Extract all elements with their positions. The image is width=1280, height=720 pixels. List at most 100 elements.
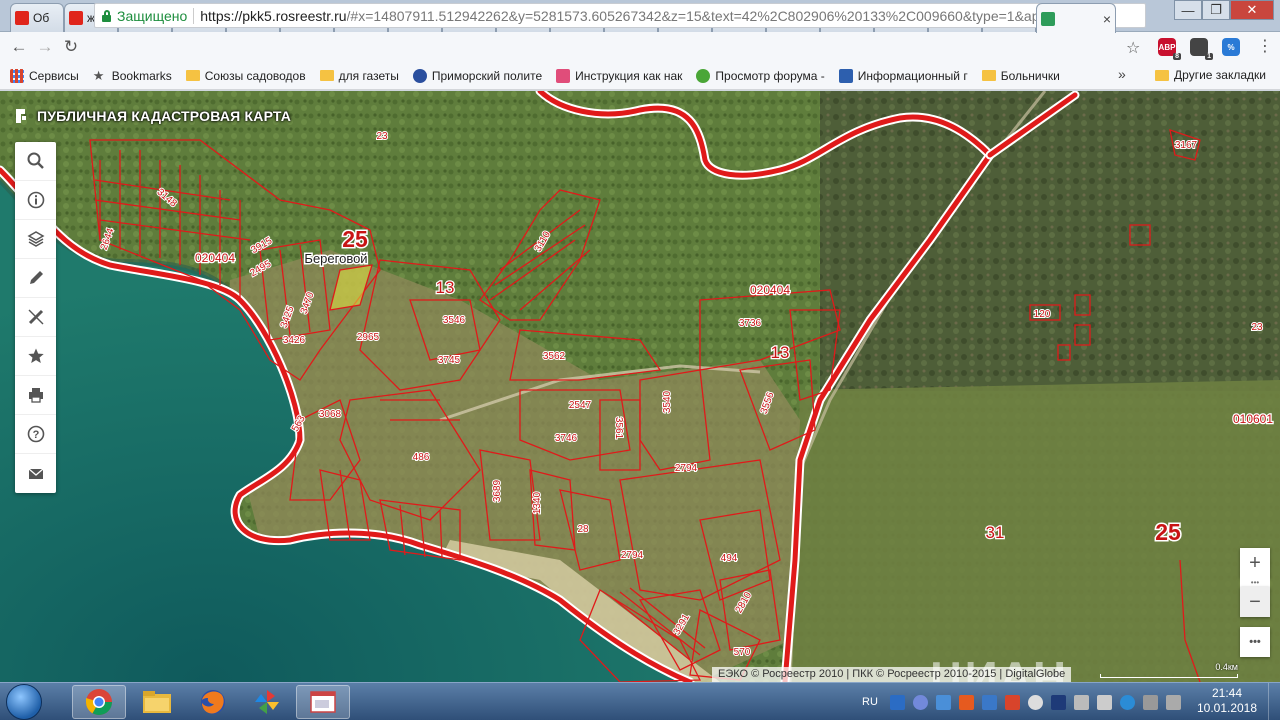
cadastral-number-label[interactable]: 13 <box>769 342 790 364</box>
volume-icon[interactable] <box>1073 694 1089 710</box>
bookmark-item[interactable]: Просмотр форума - <box>696 68 825 83</box>
flag-icon[interactable] <box>1165 694 1181 710</box>
forward-button[interactable]: → <box>32 34 58 60</box>
cadastral-number-label[interactable]: 23 <box>1250 321 1264 334</box>
back-button[interactable]: ← <box>6 34 32 60</box>
network-icon[interactable] <box>1096 694 1112 710</box>
map-canvas[interactable]: 25131331 25020404020404010601232331482644… <box>0 91 1280 682</box>
language-indicator[interactable]: RU <box>862 696 878 708</box>
explorer-taskbar-button[interactable] <box>130 685 184 719</box>
maximize-button[interactable]: ❐ <box>1202 0 1230 20</box>
bookmark-item[interactable]: ★ Bookmarks <box>93 68 172 83</box>
cadastral-number-label[interactable]: 2547 <box>568 399 593 412</box>
bookmark-item[interactable]: Союзы садоводов <box>185 69 306 83</box>
cadastral-number-label[interactable]: 3745 <box>437 354 462 367</box>
skype-icon[interactable] <box>1119 694 1135 710</box>
cadastral-number-label[interactable]: 2794 <box>674 462 699 475</box>
pinwheel-taskbar-button[interactable] <box>240 685 294 719</box>
tray-app-icon[interactable] <box>1027 694 1043 710</box>
bookmark-item[interactable]: для газеты <box>319 69 399 83</box>
cadastral-number-label[interactable]: 2794 <box>620 549 645 562</box>
reload-button[interactable]: ↻ <box>58 34 84 60</box>
tray-app-icon[interactable] <box>1142 694 1158 710</box>
show-desktop-button[interactable] <box>1268 683 1280 720</box>
close-tab-icon[interactable]: × <box>1099 11 1111 27</box>
cadastral-number-label[interactable]: 1340 <box>531 490 544 515</box>
start-button[interactable] <box>6 684 42 720</box>
bookmark-label: Просмотр форума - <box>715 68 825 83</box>
search-tool-button[interactable] <box>15 142 56 181</box>
other-bookmarks[interactable]: Другие закладки <box>1155 68 1266 82</box>
percent-icon[interactable]: % <box>1222 38 1240 56</box>
bluetooth-icon[interactable] <box>1050 694 1066 710</box>
cadastral-number-label[interactable]: 010601 <box>1232 411 1275 428</box>
bookmark-star-icon[interactable]: ☆ <box>1126 38 1140 58</box>
tray-app-icon[interactable] <box>1004 694 1020 710</box>
cadastral-number-label[interactable]: 3426 <box>282 334 307 347</box>
address-bar[interactable]: Защищено https://pkk5.rosreestr.ru /#x=1… <box>94 3 1146 28</box>
cadastral-number-label[interactable]: 3746 <box>554 432 579 445</box>
feedback-tool-button[interactable] <box>15 454 56 493</box>
discord-icon[interactable] <box>912 694 928 710</box>
bookmark-item[interactable]: Инструкция как нак <box>556 68 682 83</box>
cadastral-number-label[interactable]: 3068 <box>318 408 343 421</box>
clock[interactable]: 21:44 10.01.2018 <box>1195 686 1259 716</box>
cadastral-number-label[interactable]: 3736 <box>738 317 763 330</box>
minimize-button[interactable]: — <box>1174 0 1202 20</box>
zoom-in-button[interactable]: + <box>1240 548 1270 578</box>
bookmark-item[interactable]: Приморский полите <box>412 68 542 83</box>
cadastral-number-label[interactable]: 3546 <box>442 314 467 327</box>
lock-icon <box>101 9 112 22</box>
cadastral-number-label[interactable]: 25 <box>1154 518 1183 547</box>
cadastral-number-label[interactable]: 020404 <box>749 282 792 299</box>
bookmark-label: Сервисы <box>29 68 79 83</box>
help-tool-button[interactable]: ? <box>15 415 56 454</box>
info-tool-button[interactable] <box>15 181 56 220</box>
layers-tool-button[interactable] <box>15 220 56 259</box>
close-window-button[interactable]: ✕ <box>1230 0 1274 20</box>
globe-icon <box>412 68 427 83</box>
window-taskbar-button[interactable] <box>296 685 350 719</box>
cadastral-number-label[interactable]: 3540 <box>661 389 674 414</box>
chrome-taskbar-button[interactable] <box>72 685 126 719</box>
favorites-tool-button[interactable] <box>15 337 56 376</box>
measure-tool-button[interactable] <box>15 298 56 337</box>
other-bookmarks-label: Другие закладки <box>1174 68 1266 82</box>
bookmark-item[interactable]: Информационный г <box>838 68 968 83</box>
tray-app-icon[interactable] <box>935 694 951 710</box>
cadastral-number-label[interactable]: 486 <box>412 451 431 464</box>
cadastral-number-label[interactable]: 020404 <box>194 250 237 267</box>
cadastral-number-label[interactable]: 570 <box>733 646 752 659</box>
tray-app-icon[interactable] <box>889 694 905 710</box>
browser-tab[interactable]: Об <box>10 3 64 32</box>
tray-app-icon[interactable] <box>958 694 974 710</box>
tray-app-icon[interactable] <box>981 694 997 710</box>
more-options-button[interactable]: ••• <box>1240 627 1270 657</box>
bookmarks-overflow-button[interactable]: » <box>1118 66 1126 82</box>
cadastral-number-label[interactable]: 3561 <box>612 416 625 441</box>
zoom-out-button[interactable]: − <box>1240 587 1270 617</box>
cadastral-number-label[interactable]: 2965 <box>356 331 381 344</box>
cadastral-number-label[interactable]: 3562 <box>542 350 567 363</box>
print-tool-button[interactable] <box>15 376 56 415</box>
browser-tab[interactable]: × <box>1036 3 1116 33</box>
cadastral-number-label[interactable]: 28 <box>576 523 590 536</box>
layers-icon <box>26 231 45 247</box>
cadastral-number-label[interactable]: 25 <box>341 225 370 254</box>
adblock-icon[interactable]: ABP 8 <box>1158 38 1181 60</box>
draw-tool-button[interactable] <box>15 259 56 298</box>
cadastral-map[interactable]: 25 13 13 31 25 020404 020404 010601 23 23 3148 2644… <box>0 91 1280 682</box>
cadastral-number-label[interactable]: 23 <box>375 130 389 143</box>
cadastral-number-label[interactable]: 3689 <box>491 478 504 503</box>
cadastral-number-label[interactable]: 120 <box>1033 308 1052 321</box>
bookmark-item[interactable]: Сервисы <box>10 68 79 83</box>
extension-icon[interactable]: 1 <box>1190 38 1213 60</box>
cadastral-number-label[interactable]: 13 <box>434 277 455 299</box>
cadastral-number-label[interactable]: 494 <box>720 552 739 565</box>
browser-menu-icon[interactable]: ⋮ <box>1257 38 1273 56</box>
bookmark-item[interactable]: Больнички <box>981 69 1060 83</box>
cadastral-number-label[interactable]: 3167 <box>1174 139 1199 152</box>
cadastral-number-label[interactable]: 31 <box>984 522 1005 544</box>
firefox-taskbar-button[interactable] <box>186 685 240 719</box>
address-separator <box>193 7 195 24</box>
